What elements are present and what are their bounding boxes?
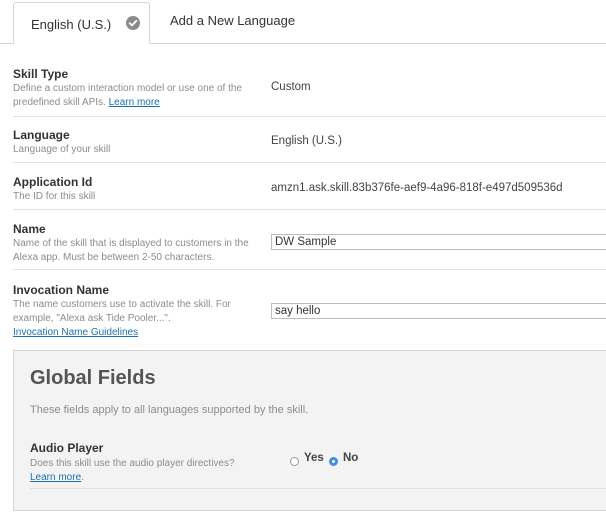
invocation-name-title: Invocation Name	[13, 283, 110, 297]
audio-player-learn-more-link[interactable]: Learn more	[30, 472, 81, 483]
tab-english-us[interactable]: English (U.S.)	[13, 2, 150, 44]
language-description: Language of your skill	[13, 144, 111, 155]
skill-type-description: Define a custom interaction model or use…	[13, 82, 265, 110]
skill-type-title: Skill Type	[13, 67, 69, 81]
application-id-title: Application Id	[13, 175, 93, 189]
skill-name-input[interactable]	[271, 234, 606, 250]
name-description: Name of the skill that is displayed to c…	[13, 238, 249, 263]
audio-player-link-suffix: .	[81, 472, 84, 483]
tab-add-language[interactable]: Add a New Language	[170, 13, 295, 28]
invocation-name-desc-text: The name customers use to activate the s…	[13, 299, 231, 324]
name-row: Name Name of the skill that is displayed…	[13, 222, 606, 266]
skill-type-value: Custom	[271, 81, 311, 93]
audio-player-yes-label[interactable]: Yes	[304, 452, 324, 464]
invocation-name-guidelines-link[interactable]: Invocation Name Guidelines	[13, 327, 138, 338]
audio-player-title: Audio Player	[30, 441, 104, 455]
invocation-name-description: The name customers use to activate the s…	[13, 298, 265, 340]
audio-player-desc-text: Does this skill use the audio player dir…	[30, 458, 235, 469]
audio-player-description: Does this skill use the audio player dir…	[30, 457, 270, 485]
global-fields-subtitle: These fields apply to all languages supp…	[30, 404, 309, 416]
panel-divider	[30, 488, 606, 489]
audio-player-no-radio[interactable]	[329, 457, 338, 466]
invocation-name-input[interactable]	[271, 303, 606, 319]
audio-player-yes-radio[interactable]	[290, 457, 299, 466]
check-circle-icon	[126, 16, 140, 30]
application-id-value: amzn1.ask.skill.83b376fe-aef9-4a96-818f-…	[271, 182, 563, 194]
tab-english-us-label: English (U.S.)	[31, 17, 112, 32]
language-tabs: English (U.S.) Add a New Language	[0, 0, 606, 44]
skill-type-row: Skill Type Define a custom interaction m…	[13, 67, 606, 115]
row-divider	[13, 269, 606, 270]
name-title: Name	[13, 222, 46, 236]
row-divider	[13, 116, 606, 117]
language-row: Language Language of your skill English …	[13, 128, 606, 162]
audio-player-no-label[interactable]: No	[343, 452, 358, 464]
application-id-description: The ID for this skill	[13, 191, 96, 202]
skill-type-learn-more-link[interactable]: Learn more	[109, 97, 160, 108]
global-fields-title: Global Fields	[30, 367, 156, 389]
application-id-row: Application Id The ID for this skill amz…	[13, 175, 606, 209]
global-fields-panel: Global Fields These fields apply to all …	[13, 350, 606, 511]
language-value: English (U.S.)	[271, 135, 342, 147]
row-divider	[13, 209, 606, 210]
invocation-name-row: Invocation Name The name customers use t…	[13, 283, 606, 341]
row-divider	[13, 162, 606, 163]
language-title: Language	[13, 128, 70, 142]
